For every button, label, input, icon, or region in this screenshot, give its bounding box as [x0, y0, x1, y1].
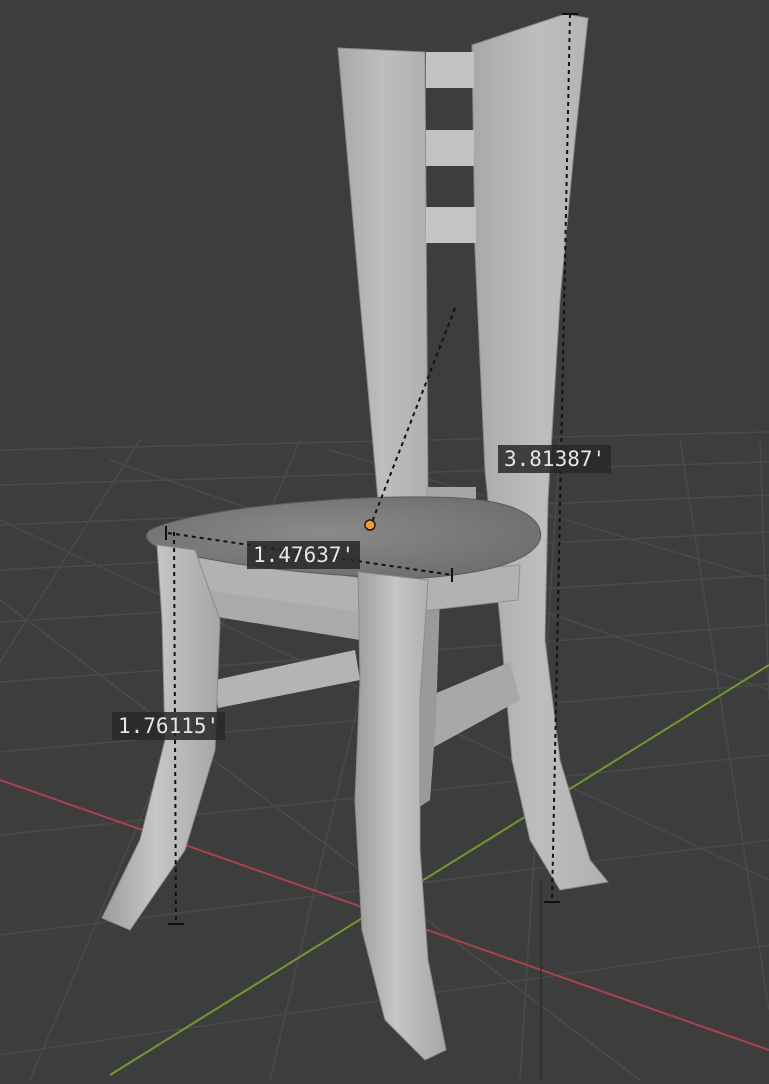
chair-model[interactable]	[101, 13, 609, 1061]
measurement-label-leg-height: 1.76115'	[112, 712, 226, 740]
measurement-label-backrest-height: 3.81387'	[498, 445, 612, 473]
viewport-canvas[interactable]	[0, 0, 769, 1081]
origin-dot-icon[interactable]	[364, 519, 376, 531]
chair-slat-middle[interactable]	[426, 130, 474, 166]
3d-viewport[interactable]: 3.81387' 1.47637' 1.76115'	[0, 0, 769, 1081]
chair-stretcher-side[interactable]	[215, 650, 360, 708]
measurement-label-seat-width: 1.47637'	[247, 541, 361, 569]
chair-slat-top[interactable]	[426, 52, 474, 88]
chair-slat-bottom[interactable]	[426, 207, 476, 243]
chair-back-post-left[interactable]	[337, 47, 429, 501]
